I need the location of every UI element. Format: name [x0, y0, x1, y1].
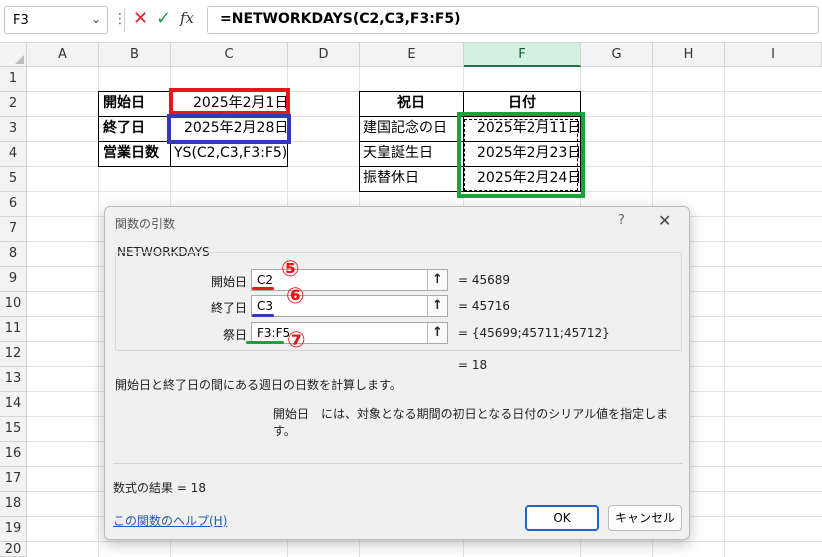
row-header[interactable]: 3 — [0, 117, 27, 142]
row-header[interactable]: 1 — [0, 67, 27, 92]
row-header[interactable]: 17 — [0, 467, 27, 492]
function-description: 開始日と終了日の間にある週日の日数を計算します。 — [115, 378, 402, 392]
marker-7: ⑦ — [287, 328, 306, 353]
function-help-link[interactable]: この関数のヘルプ(H) — [113, 512, 227, 529]
cell-e3[interactable]: 建国記念の日 — [360, 117, 450, 140]
argument-description-text: には、対象となる期間の初日となる日付のシリアル値を指定します。 — [273, 407, 669, 438]
insert-function-icon[interactable]: fx — [180, 9, 194, 27]
copy-marquee — [464, 119, 578, 191]
column-header[interactable]: B — [99, 43, 171, 67]
argument-description: 開始日 には、対象となる期間の初日となる日付のシリアル値を指定します。 — [273, 405, 689, 439]
highlight-box-blue — [167, 114, 291, 144]
divider — [113, 463, 683, 464]
collapse-arrow-icon[interactable]: ↑ — [427, 296, 447, 316]
row-header[interactable]: 19 — [0, 517, 27, 542]
row-header[interactable]: 6 — [0, 192, 27, 217]
row-header[interactable]: 12 — [0, 342, 27, 367]
column-header-selected[interactable]: F — [464, 43, 581, 67]
name-box-value: F3 — [13, 13, 29, 28]
arg-result-end-date: = 45716 — [458, 299, 511, 313]
row-header[interactable]: 4 — [0, 142, 27, 167]
arg-input-start-date-value: C2 — [257, 273, 274, 287]
ok-button[interactable]: OK — [525, 505, 599, 531]
column-header[interactable]: C — [171, 43, 288, 67]
row-header[interactable]: 2 — [0, 92, 27, 117]
divider — [124, 8, 125, 32]
arg-label-holidays: 祭日 — [222, 328, 247, 342]
underline-green — [246, 341, 284, 344]
close-icon[interactable]: ✕ — [658, 211, 671, 230]
row-header[interactable]: 15 — [0, 417, 27, 442]
row-header[interactable]: 9 — [0, 267, 27, 292]
row-header[interactable]: 20 — [0, 542, 27, 557]
row-header[interactable]: 8 — [0, 242, 27, 267]
marker-6: ⑥ — [286, 284, 305, 309]
row-header[interactable]: 5 — [0, 167, 27, 192]
row-header[interactable]: 18 — [0, 492, 27, 517]
column-header[interactable]: A — [27, 43, 99, 67]
dialog-title: 関数の引数 — [115, 217, 176, 231]
column-header[interactable]: H — [653, 43, 725, 67]
marker-5: ⑤ — [281, 257, 300, 282]
cancel-icon[interactable]: ✕ — [133, 8, 148, 29]
formula-bar: F3 ⌄ ⋮ ✕ ✓ fx =NETWORKDAYS(C2,C3,F3:F5) — [0, 0, 822, 43]
formula-result: 数式の結果 = 18 — [113, 481, 206, 495]
column-header[interactable]: G — [581, 43, 653, 67]
total-result: = 18 — [458, 358, 488, 372]
formula-input[interactable]: =NETWORKDAYS(C2,C3,F3:F5) — [207, 6, 819, 34]
check-icon[interactable]: ✓ — [156, 8, 171, 29]
arg-label-end-date: 終了日 — [210, 301, 247, 315]
arg-input-end-date-value: C3 — [257, 299, 274, 313]
row-header[interactable]: 7 — [0, 217, 27, 242]
cell-b3[interactable]: 終了日 — [100, 117, 148, 140]
arg-input-holidays-value: F3:F5 — [257, 326, 291, 340]
arg-input-end-date[interactable]: C3 ↑ — [251, 295, 448, 317]
chevron-down-icon[interactable]: ⌄ — [91, 12, 101, 26]
cancel-button[interactable]: キャンセル — [608, 505, 682, 531]
cell-e5[interactable]: 振替休日 — [360, 167, 422, 190]
select-all-corner[interactable] — [0, 43, 27, 67]
row-header[interactable]: 16 — [0, 442, 27, 467]
arg-result-start-date: = 45689 — [458, 273, 511, 287]
cell-b2[interactable]: 開始日 — [100, 92, 148, 115]
gridline — [27, 541, 822, 542]
row-header[interactable]: 14 — [0, 392, 27, 417]
row-header[interactable]: 11 — [0, 317, 27, 342]
underline-red — [252, 287, 274, 290]
function-arguments-dialog: 関数の引数 ? ✕ NETWORKDAYS 開始日 C2 ↑ = 45689 ⑤… — [104, 206, 690, 540]
cell-e4[interactable]: 天皇誕生日 — [360, 142, 436, 165]
argument-description-name: 開始日 — [273, 407, 310, 421]
underline-blue — [252, 314, 274, 317]
collapse-arrow-icon[interactable]: ↑ — [427, 270, 447, 290]
highlight-box-red — [169, 88, 290, 115]
cell-e2[interactable]: 祝日 — [394, 92, 428, 115]
cell-c4[interactable]: YS(C2,C3,F3:F5) — [171, 142, 290, 165]
collapse-arrow-icon[interactable]: ↑ — [427, 323, 447, 343]
cell-b4[interactable]: 営業日数 — [100, 142, 162, 165]
column-header[interactable]: I — [725, 43, 822, 67]
arg-label-start-date: 開始日 — [210, 275, 247, 289]
arg-result-holidays: = {45699;45711;45712} — [458, 326, 610, 340]
help-icon[interactable]: ? — [618, 213, 625, 228]
row-header[interactable]: 13 — [0, 367, 27, 392]
row-header[interactable]: 10 — [0, 292, 27, 317]
name-box[interactable]: F3 ⌄ — [4, 6, 108, 34]
column-header[interactable]: E — [360, 43, 464, 67]
column-header[interactable]: D — [288, 43, 360, 67]
